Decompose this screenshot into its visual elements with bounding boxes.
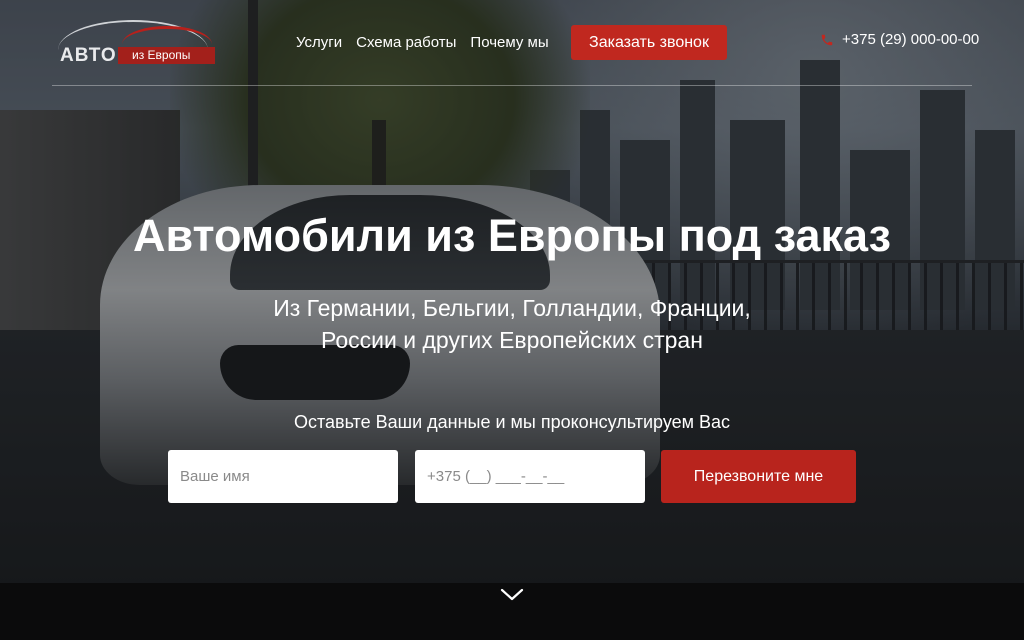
hero-subtitle-line-1: Из Германии, Бельгии, Голландии, Франции… xyxy=(273,295,751,321)
nav-item-services[interactable]: Услуги xyxy=(296,33,342,53)
hero-title: Автомобили из Европы под заказ xyxy=(132,210,891,261)
header-phone[interactable]: +375 (29) 000-00-00 xyxy=(820,31,979,48)
callback-submit-button[interactable]: Перезвоните мне xyxy=(661,450,856,503)
header-divider xyxy=(52,85,972,86)
phone-icon xyxy=(821,34,833,45)
nav-item-workflow[interactable]: Схема работы xyxy=(356,33,456,53)
form-caption: Оставьте Ваши данные и мы проконсультиру… xyxy=(293,412,731,432)
name-input[interactable] xyxy=(168,450,398,503)
site-header: АВТО из Европы Услуги Схема работы Почем… xyxy=(0,0,1024,86)
hero-section: АВТО из Европы Услуги Схема работы Почем… xyxy=(0,0,1024,640)
hero-subtitle-line-2: России и других Европейских стран xyxy=(321,327,703,353)
chevron-down-icon[interactable] xyxy=(500,585,524,605)
logo-subtitle: из Европы xyxy=(118,47,215,64)
logo[interactable]: АВТО из Европы xyxy=(52,18,217,68)
phone-input[interactable] xyxy=(415,450,645,503)
main-nav: Услуги Схема работы Почему мы xyxy=(296,33,549,53)
logo-word: АВТО xyxy=(60,45,117,66)
phone-number: +375 (29) 000-00-00 xyxy=(842,31,980,48)
nav-item-why-us[interactable]: Почему мы xyxy=(470,33,548,53)
order-call-button[interactable]: Заказать звонок xyxy=(571,25,727,60)
hero-subtitle: Из Германии, Бельгии, Голландии, Франции… xyxy=(0,292,1024,356)
